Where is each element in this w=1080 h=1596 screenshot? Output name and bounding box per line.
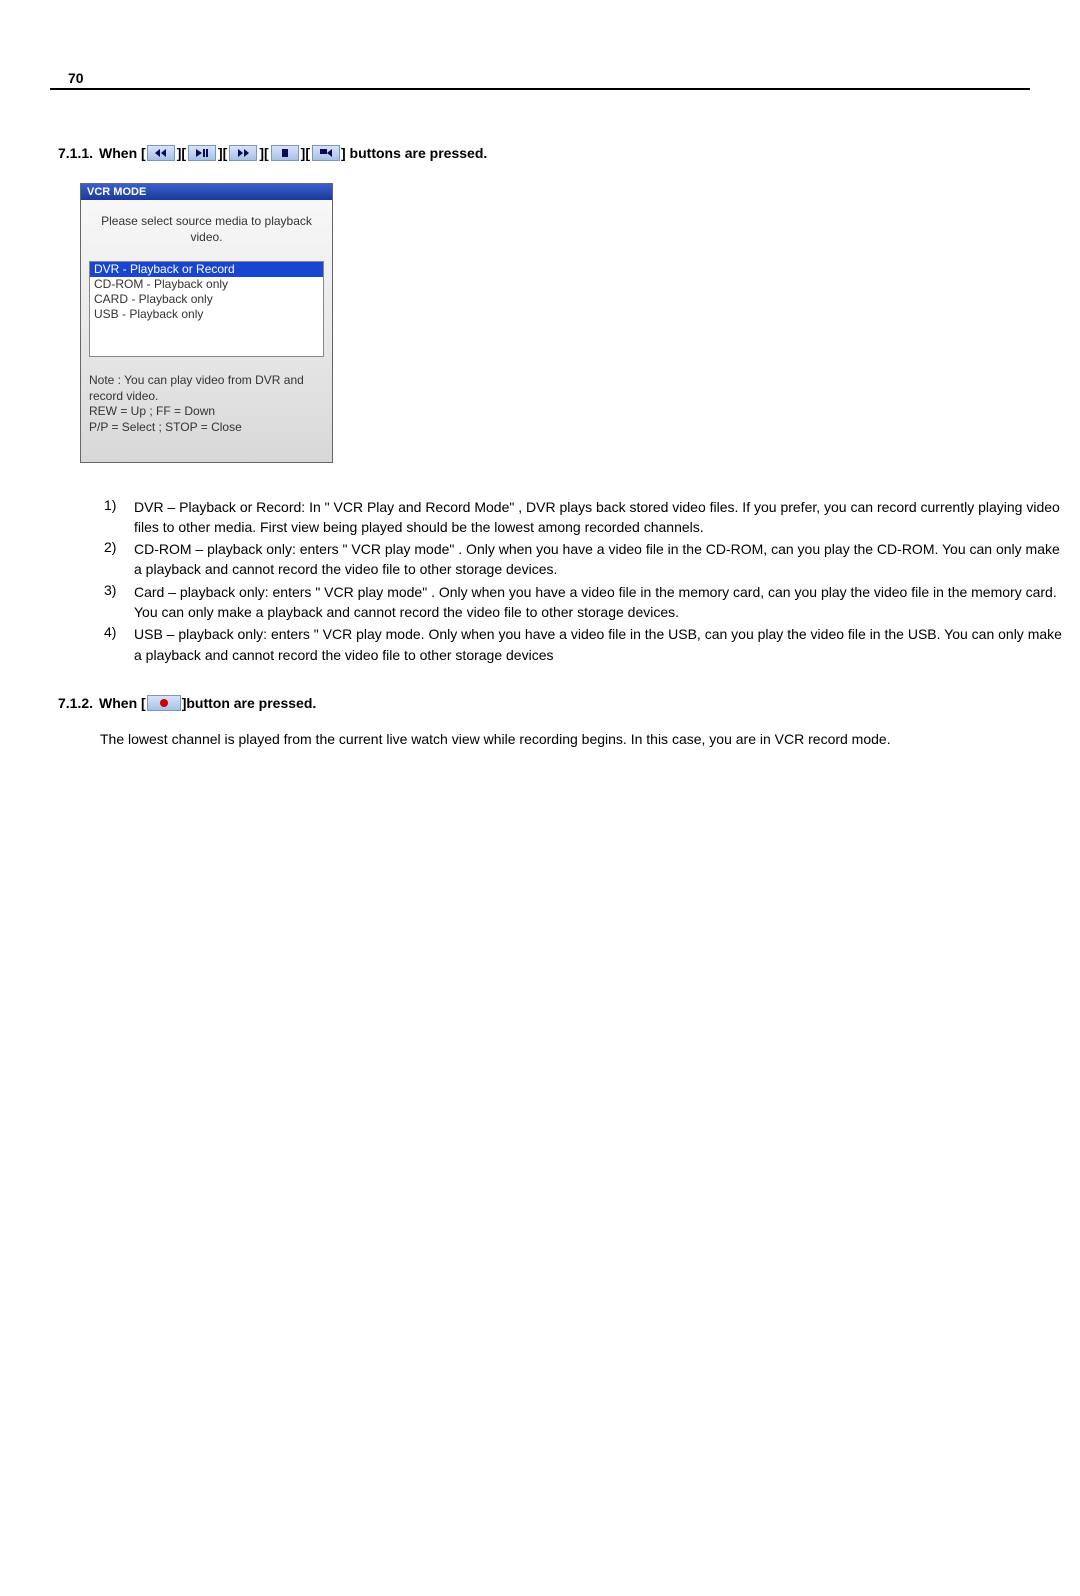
dialog-prompt-line2: video. bbox=[89, 230, 324, 246]
section-712-header: 7.1.2. When [ ]button are pressed. bbox=[58, 695, 1048, 711]
list-text: Card – playback only: enters " VCR play … bbox=[134, 582, 1064, 623]
list-index: 1) bbox=[104, 497, 134, 538]
list-text: DVR – Playback or Record: In " VCR Play … bbox=[134, 497, 1064, 538]
list-index: 4) bbox=[104, 624, 134, 665]
section-711-prefix: When [ bbox=[99, 145, 146, 161]
fast-forward-icon bbox=[229, 145, 257, 161]
list-item: 2) CD-ROM – playback only: enters " VCR … bbox=[104, 539, 1064, 580]
dialog-item-usb[interactable]: USB - Playback only bbox=[90, 307, 323, 322]
list-item: 1) DVR – Playback or Record: In " VCR Pl… bbox=[104, 497, 1064, 538]
list-item: 4) USB – playback only: enters " VCR pla… bbox=[104, 624, 1064, 665]
rewind-icon bbox=[147, 145, 175, 161]
page-number-bar: 70 bbox=[50, 70, 1030, 90]
dialog-item-dvr[interactable]: DVR - Playback or Record bbox=[90, 262, 323, 277]
dialog-note-line1: Note : You can play video from DVR and bbox=[89, 373, 324, 389]
dialog-title: VCR MODE bbox=[81, 184, 332, 200]
dialog-prompt-line1: Please select source media to playback bbox=[89, 214, 324, 230]
dialog-list: DVR - Playback or Record CD-ROM - Playba… bbox=[89, 261, 324, 357]
section-711: 7.1.1. When [ ][ ][ ][ ][ ] buttons are … bbox=[58, 145, 1048, 665]
dialog-prompt: Please select source media to playback v… bbox=[81, 200, 332, 251]
record-icon bbox=[147, 695, 181, 711]
play-pause-icon bbox=[188, 145, 216, 161]
bracket-sep: ][ bbox=[259, 145, 268, 161]
list-item: 3) Card – playback only: enters " VCR pl… bbox=[104, 582, 1064, 623]
bracket-sep: ][ bbox=[301, 145, 310, 161]
list-index: 3) bbox=[104, 582, 134, 623]
list-text: CD-ROM – playback only: enters " VCR pla… bbox=[134, 539, 1064, 580]
section-711-number: 7.1.1. bbox=[58, 145, 93, 161]
vcr-mode-dialog: VCR MODE Please select source media to p… bbox=[80, 183, 333, 463]
dialog-note: Note : You can play video from DVR and r… bbox=[81, 357, 332, 461]
dialog-item-cdrom[interactable]: CD-ROM - Playback only bbox=[90, 277, 323, 292]
bracket-sep: ][ bbox=[177, 145, 186, 161]
dialog-item-card[interactable]: CARD - Playback only bbox=[90, 292, 323, 307]
stop-icon bbox=[271, 145, 299, 161]
section-712-suffix: ]button are pressed. bbox=[182, 695, 317, 711]
section-711-suffix: ] buttons are pressed. bbox=[341, 145, 487, 161]
numbered-list: 1) DVR – Playback or Record: In " VCR Pl… bbox=[104, 497, 1064, 665]
section-711-header: 7.1.1. When [ ][ ][ ][ ][ ] buttons are … bbox=[58, 145, 1048, 161]
section-712-prefix: When [ bbox=[99, 695, 146, 711]
section-712-number: 7.1.2. bbox=[58, 695, 93, 711]
dialog-note-line2: record video. bbox=[89, 389, 324, 405]
section-712: 7.1.2. When [ ]button are pressed. The l… bbox=[58, 695, 1048, 749]
bracket-sep: ][ bbox=[218, 145, 227, 161]
skip-back-icon bbox=[312, 145, 340, 161]
section-712-body: The lowest channel is played from the cu… bbox=[100, 729, 1048, 749]
list-text: USB – playback only: enters " VCR play m… bbox=[134, 624, 1064, 665]
page-number: 70 bbox=[68, 70, 84, 86]
list-index: 2) bbox=[104, 539, 134, 580]
dialog-note-line4: P/P = Select ; STOP = Close bbox=[89, 420, 324, 436]
dialog-note-line3: REW = Up ; FF = Down bbox=[89, 404, 324, 420]
